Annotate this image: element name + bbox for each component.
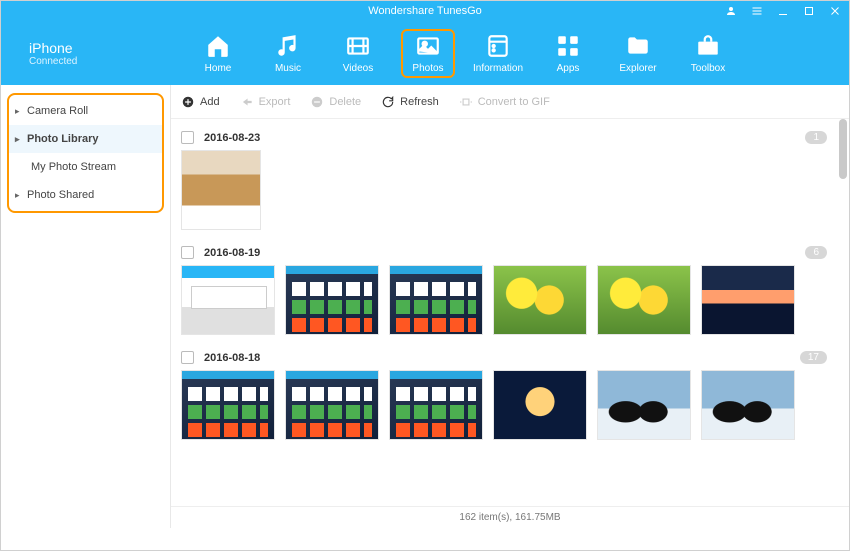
group-date: 2016-08-23 <box>204 132 260 144</box>
caret-icon: ▸ <box>15 190 23 201</box>
caret-icon: ▸ <box>15 134 23 145</box>
photo-content: 2016-08-23 1 2016-08-19 6 201 <box>171 119 849 506</box>
main-tabs: Home Music Videos Photos Information App… <box>191 29 735 78</box>
titlebar: Wondershare TunesGo <box>1 1 849 21</box>
photo-thumb[interactable] <box>493 265 587 335</box>
add-button[interactable]: Add <box>181 95 220 109</box>
export-button[interactable]: Export <box>240 95 291 109</box>
caret-icon: ▸ <box>15 106 23 117</box>
group-header: 2016-08-23 1 <box>181 125 839 150</box>
sidebar: ▸ Camera Roll ▸ Photo Library My Photo S… <box>1 85 171 528</box>
photo-thumb[interactable] <box>389 370 483 440</box>
status-text: 162 item(s), 161.75MB <box>459 512 560 523</box>
tab-apps[interactable]: Apps <box>541 29 595 78</box>
window-controls <box>725 1 841 21</box>
tab-information[interactable]: Information <box>471 29 525 78</box>
group-checkbox[interactable] <box>181 246 194 259</box>
header: iPhone Connected Home Music Videos Photo… <box>1 21 849 85</box>
photo-thumb[interactable] <box>493 370 587 440</box>
user-icon[interactable] <box>725 5 737 17</box>
maximize-button[interactable] <box>803 5 815 17</box>
photo-thumb[interactable] <box>285 265 379 335</box>
device-status: Connected <box>29 56 77 67</box>
sidebar-item-photo-library[interactable]: ▸ Photo Library <box>9 125 162 153</box>
minimize-button[interactable] <box>777 5 789 17</box>
group-count-badge: 6 <box>805 246 827 259</box>
group-date: 2016-08-19 <box>204 247 260 259</box>
photo-thumb[interactable] <box>701 265 795 335</box>
scrollbar[interactable] <box>839 119 847 179</box>
group-checkbox[interactable] <box>181 351 194 364</box>
close-button[interactable] <box>829 5 841 17</box>
delete-button[interactable]: Delete <box>310 95 361 109</box>
statusbar: 162 item(s), 161.75MB <box>171 506 849 528</box>
photo-thumb[interactable] <box>389 265 483 335</box>
tab-explorer[interactable]: Explorer <box>611 29 665 78</box>
photo-thumb[interactable] <box>181 265 275 335</box>
tab-music[interactable]: Music <box>261 29 315 78</box>
sidebar-item-camera-roll[interactable]: ▸ Camera Roll <box>9 97 162 125</box>
device-info[interactable]: iPhone Connected <box>1 40 171 67</box>
toolbar: Add Export Delete Refresh Convert to GIF <box>171 85 849 119</box>
photo-thumb[interactable] <box>181 150 261 230</box>
device-name: iPhone <box>29 40 77 56</box>
group-checkbox[interactable] <box>181 131 194 144</box>
tab-home[interactable]: Home <box>191 29 245 78</box>
photo-thumb[interactable] <box>701 370 795 440</box>
group-count-badge: 1 <box>805 131 827 144</box>
tab-photos[interactable]: Photos <box>401 29 455 78</box>
group-date: 2016-08-18 <box>204 352 260 364</box>
photo-thumb[interactable] <box>285 370 379 440</box>
app-title: Wondershare TunesGo <box>368 5 482 17</box>
convert-gif-button[interactable]: Convert to GIF <box>459 95 550 109</box>
photo-thumb[interactable] <box>597 370 691 440</box>
photo-thumb[interactable] <box>597 265 691 335</box>
refresh-button[interactable]: Refresh <box>381 95 439 109</box>
menu-icon[interactable] <box>751 5 763 17</box>
group-header: 2016-08-18 17 <box>181 345 839 370</box>
tab-toolbox[interactable]: Toolbox <box>681 29 735 78</box>
sidebar-highlight-group: ▸ Camera Roll ▸ Photo Library My Photo S… <box>7 93 164 213</box>
group-header: 2016-08-19 6 <box>181 240 839 265</box>
tab-videos[interactable]: Videos <box>331 29 385 78</box>
main-panel: Add Export Delete Refresh Convert to GIF <box>171 85 849 528</box>
photo-thumb[interactable] <box>181 370 275 440</box>
sidebar-item-photo-shared[interactable]: ▸ Photo Shared <box>9 181 162 209</box>
sidebar-item-my-photo-stream[interactable]: My Photo Stream <box>9 153 162 181</box>
group-count-badge: 17 <box>800 351 827 364</box>
